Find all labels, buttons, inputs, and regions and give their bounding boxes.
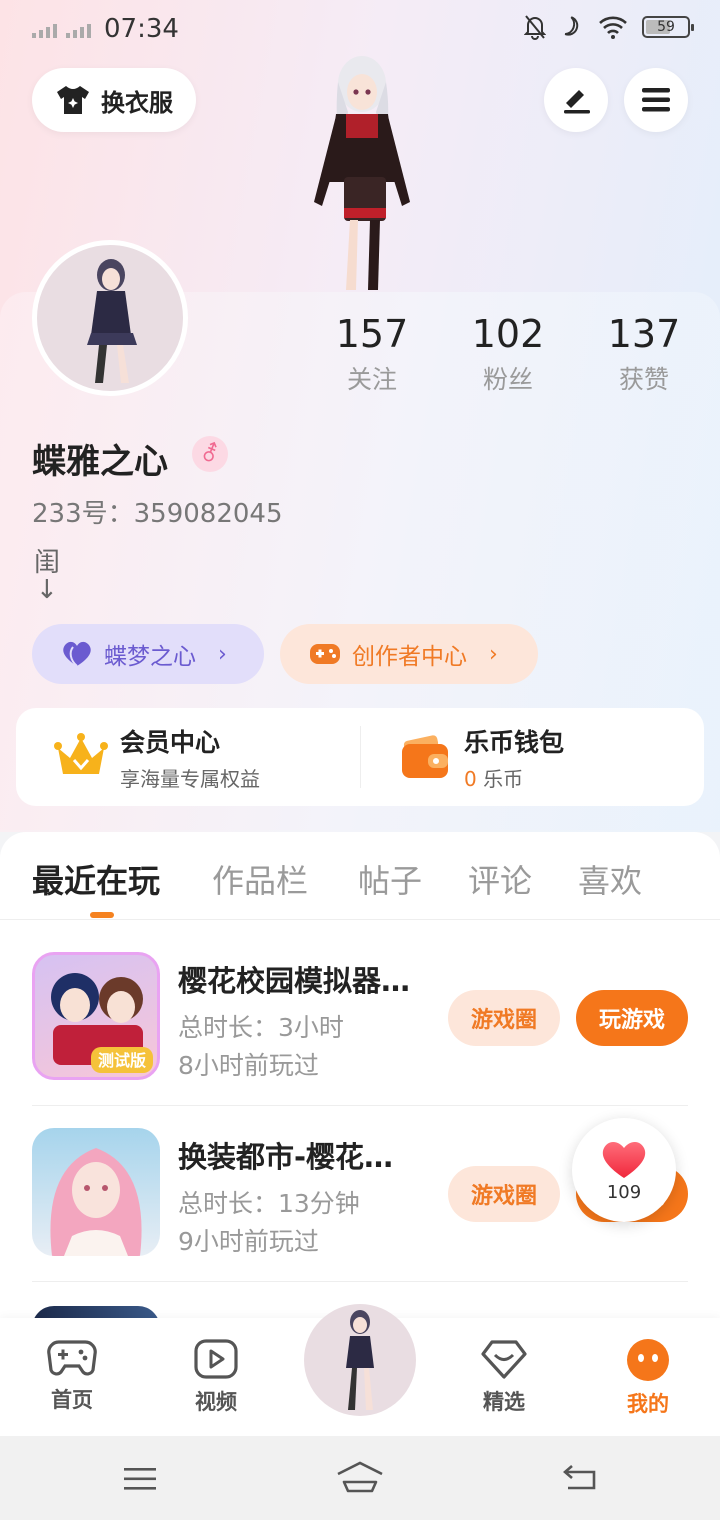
member-center-button[interactable]: 会员中心 享海量专属权益 [16,708,360,806]
tab-works[interactable]: 作品栏 [212,856,308,902]
game-title: 换装都市-樱花… [178,1140,394,1174]
edit-icon [564,90,590,114]
nav-featured[interactable]: 精选 [454,1338,554,1416]
bio-line-1: 闺 [34,548,61,578]
gamepad-icon [310,644,340,664]
heart-icon [602,1141,646,1178]
video-icon [194,1339,238,1379]
content-panel: 最近在玩 作品栏 帖子 评论 喜欢 测试版 樱花校园模拟器… 总时长：3小时 8… [0,832,720,1332]
following-label: 关注 [346,365,397,394]
stat-followers[interactable]: 102 粉丝 [448,312,568,396]
wallet-unit: 乐币 [476,766,524,791]
play-game-button[interactable]: 玩游戏 [576,990,688,1046]
smiley-icon [627,1339,669,1381]
signal-icon-2 [66,20,91,38]
game-circle-button[interactable]: 游戏圈 [448,990,560,1046]
game-thumbnail[interactable] [32,1128,160,1256]
wallet-balance: 0 乐币 [464,763,564,792]
tab-recently-played[interactable]: 最近在玩 [32,856,160,902]
character-illustration [314,56,410,290]
nav-video-label: 视频 [195,1390,237,1414]
crown-icon [54,733,108,774]
followers-label: 粉丝 [482,365,533,394]
wifi-icon [599,16,627,39]
signal-icon [32,20,57,38]
game-thumbnail[interactable]: 测试版 [32,952,160,1080]
wallet-amount: 0 [464,766,477,791]
avatar-figure [87,259,137,383]
battery-icon: 59 [642,16,694,38]
nav-home-label: 首页 [51,1388,93,1412]
menu-icon [642,88,670,112]
likes-label: 获赞 [618,365,669,394]
tab-bar: 最近在玩 作品栏 帖子 评论 喜欢 [0,832,720,920]
gamepad-icon [47,1340,97,1376]
recent-apps-icon[interactable] [122,1466,158,1492]
center-avatar-figure [346,1310,374,1410]
username: 蝶雅之心 [32,442,168,482]
creator-center-button[interactable]: 创作者中心 › [280,624,538,684]
followers-count: 102 [471,312,545,356]
game-circle-button[interactable]: 游戏圈 [448,1166,560,1222]
wallet-button[interactable]: 乐币钱包 0 乐币 [360,708,704,806]
tab-indicator [90,912,114,918]
pill-purple-label: 蝶梦之心 [104,644,196,670]
heart-wing-icon [63,641,91,667]
likes-count: 137 [607,312,681,356]
like-count: 109 [606,1181,642,1203]
diamond-heart-icon [481,1340,527,1379]
nav-mine[interactable]: 我的 [598,1338,698,1418]
nav-featured-label: 精选 [483,1390,525,1414]
clock: 07:34 [104,14,179,44]
like-float-button[interactable]: 109 [572,1118,676,1222]
nav-mine-label: 我的 [627,1392,669,1416]
game-art [50,1148,142,1256]
tab-likes[interactable]: 喜欢 [578,856,642,902]
edit-profile-button[interactable] [544,68,608,132]
game-last-played: 8小时前玩过 [178,1051,319,1080]
stat-likes[interactable]: 137 获赞 [584,312,704,396]
wallet-icon [402,735,448,778]
shirt-icon [57,86,89,114]
status-bar: 07:34 59 [0,0,720,58]
game-row[interactable]: 测试版 樱花校园模拟器… 总时长：3小时 8小时前玩过 游戏圈 玩游戏 [32,930,688,1106]
stat-following[interactable]: 157 关注 [312,312,432,396]
test-version-badge: 测试版 [98,1051,146,1070]
change-outfit-button[interactable]: 换衣服 [32,68,196,132]
chevron-right-icon: › [489,641,498,667]
avatar[interactable] [32,240,188,396]
butterfly-dream-button[interactable]: 蝶梦之心 › [32,624,264,684]
back-icon[interactable] [560,1462,598,1492]
following-count: 157 [335,312,409,356]
nav-home[interactable]: 首页 [22,1338,122,1414]
member-title: 会员中心 [120,727,221,757]
system-nav-bar [0,1436,720,1520]
vip-wallet-card: 会员中心 享海量专属权益 乐币钱包 0 乐币 [16,708,704,806]
chevron-right-icon: › [218,641,227,667]
home-icon[interactable] [336,1460,384,1494]
game-last-played: 9小时前玩过 [178,1227,319,1256]
nav-center-avatar[interactable] [304,1304,416,1416]
game-duration: 总时长：3小时 [178,1013,344,1042]
game-duration: 总时长：13分钟 [178,1189,360,1218]
game-art: 测试版 [51,973,153,1073]
pill-orange-label: 创作者中心 [352,644,467,670]
moon-icon [564,16,579,36]
bell-muted-icon [524,15,546,40]
wallet-title: 乐币钱包 [464,727,565,757]
game-title: 樱花校园模拟器… [178,964,411,998]
member-subtitle: 享海量专属权益 [120,766,260,791]
tab-posts[interactable]: 帖子 [358,856,422,902]
user-id: 233号：359082045 [32,499,283,529]
nav-video[interactable]: 视频 [166,1338,266,1416]
tab-comments[interactable]: 评论 [468,856,532,902]
outfit-label: 换衣服 [101,88,173,117]
bio-line-2: ↓ [36,575,58,605]
gender-icon: ⚦ [192,436,228,472]
menu-button[interactable] [624,68,688,132]
